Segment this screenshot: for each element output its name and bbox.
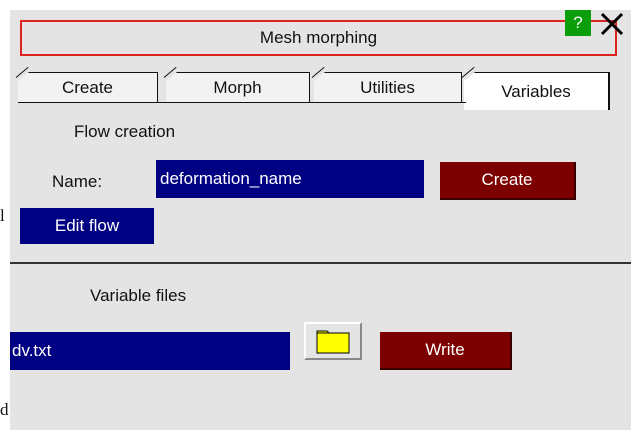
section-divider bbox=[10, 262, 631, 264]
flow-name-input[interactable]: deformation_name bbox=[156, 160, 424, 198]
variable-file-input[interactable]: dv.txt bbox=[10, 332, 290, 370]
tab-morph[interactable]: Morph bbox=[163, 66, 310, 102]
help-button-label: ? bbox=[573, 13, 583, 32]
tab-morph-label: Morph bbox=[213, 77, 262, 97]
close-button[interactable] bbox=[597, 10, 627, 38]
tab-variables-label: Variables bbox=[501, 81, 571, 101]
edit-flow-button[interactable]: Edit flow bbox=[20, 208, 154, 244]
panel-title-text: Mesh morphing bbox=[259, 28, 378, 47]
write-button-label: Write bbox=[425, 340, 465, 359]
name-label: Name: bbox=[52, 172, 103, 191]
flow-name-value: deformation_name bbox=[160, 169, 302, 188]
variable-file-value: dv.txt bbox=[12, 341, 52, 360]
browse-folder-button[interactable] bbox=[304, 322, 362, 360]
edge-mark-l: l bbox=[0, 206, 5, 225]
write-button[interactable]: Write bbox=[380, 332, 512, 370]
panel-title: Mesh morphing bbox=[20, 20, 617, 56]
variable-files-heading: Variable files bbox=[90, 286, 187, 305]
folder-icon bbox=[316, 330, 350, 354]
create-button-label: Create bbox=[481, 170, 533, 189]
tab-bar-baseline bbox=[18, 102, 466, 103]
flow-creation-heading: Flow creation bbox=[74, 122, 176, 141]
tab-utilities[interactable]: Utilities bbox=[311, 66, 462, 102]
mesh-morphing-panel: Mesh morphing ? Create Morph Utilities V… bbox=[10, 10, 631, 430]
tab-utilities-label: Utilities bbox=[360, 77, 415, 97]
help-button[interactable]: ? bbox=[565, 10, 591, 36]
edit-flow-button-label: Edit flow bbox=[54, 216, 120, 235]
tab-bar: Create Morph Utilities Variables bbox=[15, 66, 618, 112]
tab-create[interactable]: Create bbox=[15, 66, 158, 102]
close-icon bbox=[600, 12, 624, 36]
tab-create-label: Create bbox=[61, 77, 114, 97]
edge-mark-d: d bbox=[0, 400, 9, 419]
create-button[interactable]: Create bbox=[440, 162, 576, 200]
tab-variables[interactable]: Variables bbox=[461, 66, 610, 110]
